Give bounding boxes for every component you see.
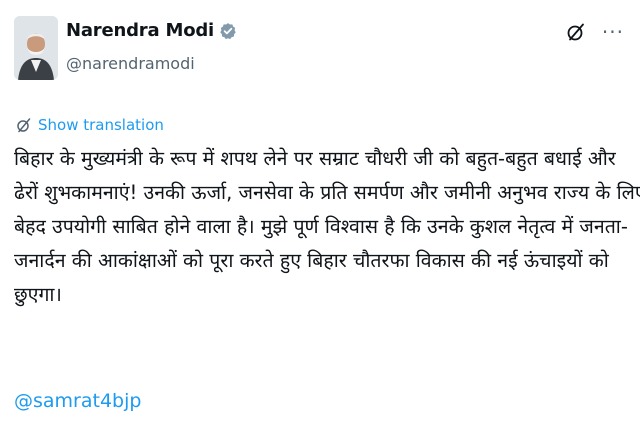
- avatar[interactable]: [14, 16, 58, 80]
- tweet-line: छुएगा।: [14, 283, 62, 306]
- tweet-text: बिहार के मुख्यमंत्री के रूप में शपथ लेने…: [14, 142, 640, 312]
- tweet-line: बेहद उपयोगी साबित होने वाला है। मुझे पूर…: [14, 215, 628, 238]
- translate-icon: [16, 117, 32, 133]
- mention-link[interactable]: @samrat4bjp: [14, 390, 141, 412]
- header-actions: ···: [566, 22, 624, 42]
- show-translation-label: Show translation: [38, 116, 164, 134]
- tweet-line: जनार्दन की आकांक्षाओं को पूरा करते हुए ब…: [14, 249, 609, 272]
- tweet-header: Narendra Modi @narendramodi ···: [14, 14, 626, 84]
- more-options-icon[interactable]: ···: [602, 22, 624, 42]
- show-translation-link[interactable]: Show translation: [16, 116, 164, 134]
- grok-icon[interactable]: [566, 22, 586, 42]
- display-name[interactable]: Narendra Modi: [66, 20, 214, 41]
- tweet-line: बिहार के मुख्यमंत्री के रूप में शपथ लेने…: [14, 147, 616, 170]
- author-name-row: Narendra Modi: [66, 20, 237, 41]
- tweet-line: ढेरों शुभकामनाएं! उनकी ऊर्जा, जनसेवा के …: [14, 181, 640, 204]
- verified-badge-icon: [219, 22, 237, 40]
- author-handle[interactable]: @narendramodi: [66, 54, 195, 73]
